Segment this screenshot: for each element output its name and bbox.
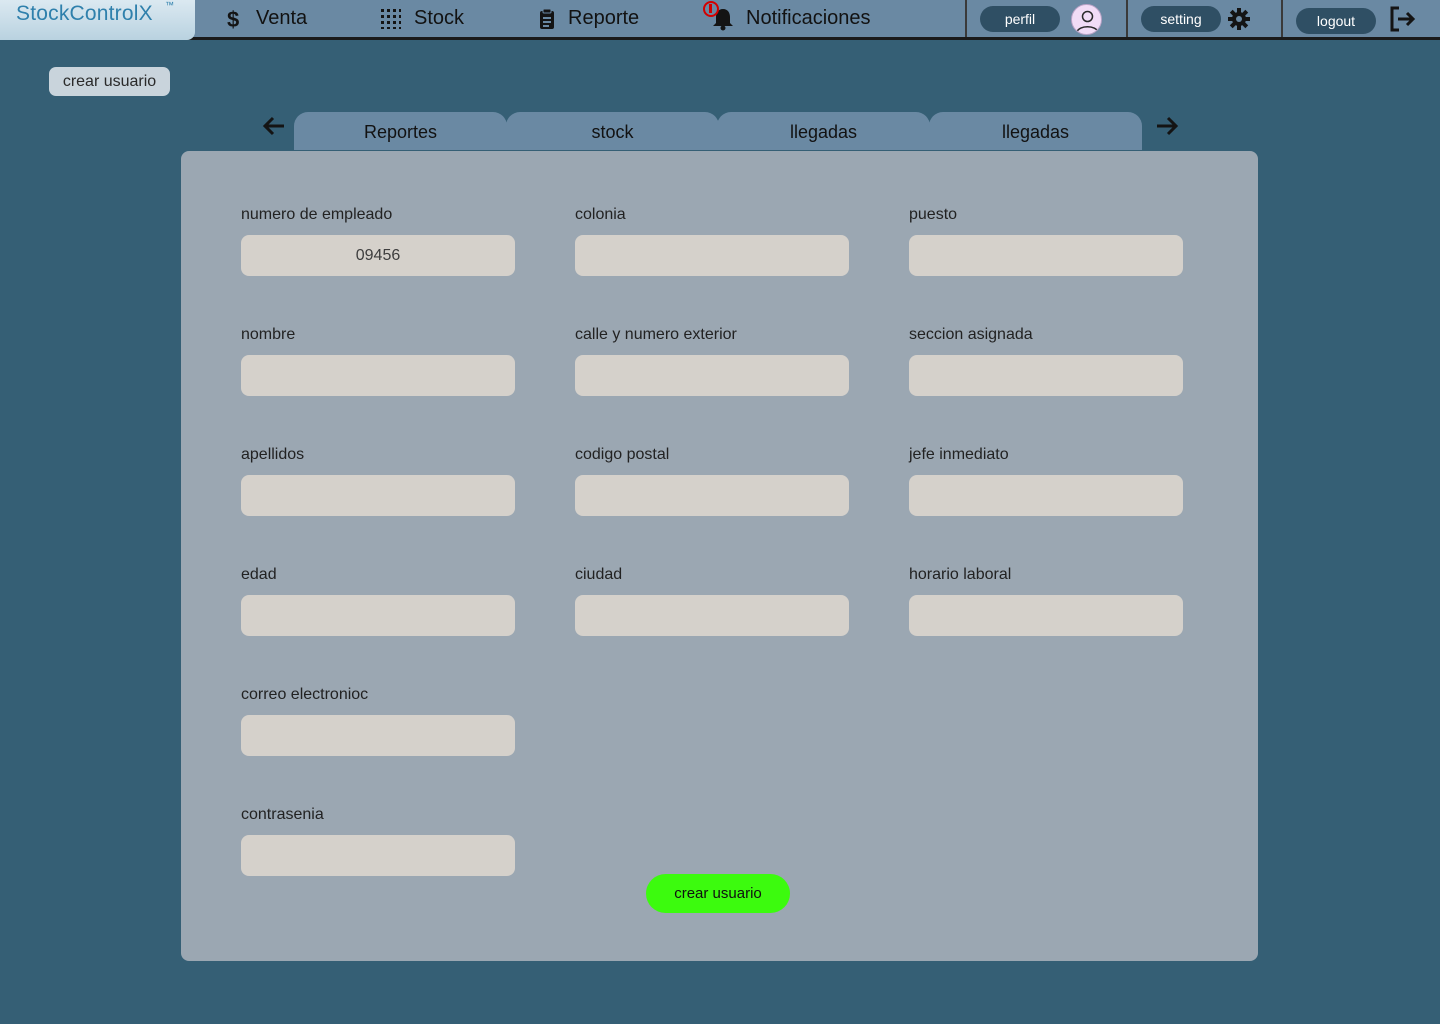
postal-code-input[interactable] [575, 475, 849, 516]
create-user-page-button[interactable]: crear usuario [49, 67, 170, 96]
supervisor-field: jefe inmediato [909, 445, 1183, 516]
profile-button[interactable]: perfil [980, 6, 1060, 32]
supervisor-input[interactable] [909, 475, 1183, 516]
field-label: codigo postal [575, 446, 670, 463]
avatar[interactable] [1071, 4, 1102, 35]
field-label: edad [241, 566, 277, 583]
create-user-submit-button[interactable]: crear usuario [646, 874, 790, 913]
logo-text: StockControlX [16, 2, 153, 25]
neighborhood-input[interactable] [575, 235, 849, 276]
name-field: nombre [241, 325, 515, 396]
nav-item-label: Stock [414, 7, 465, 29]
city-input[interactable] [575, 595, 849, 636]
field-label: numero de empleado [241, 206, 393, 223]
divider [1126, 0, 1128, 37]
tab-llegadas-2[interactable]: llegadas [929, 112, 1142, 150]
email-field: correo electronioc [241, 685, 515, 756]
password-input[interactable] [241, 835, 515, 876]
gear-icon[interactable] [1228, 8, 1250, 35]
work-schedule-input[interactable] [909, 595, 1183, 636]
city-field: ciudad [575, 565, 849, 636]
field-label: horario laboral [909, 566, 1012, 583]
logout-button[interactable]: logout [1296, 8, 1376, 34]
field-label: apellidos [241, 446, 305, 463]
nav-item-venta[interactable]: $ Venta [226, 0, 307, 37]
password-field: contrasenia [241, 805, 515, 876]
field-label: jefe inmediato [909, 446, 1009, 463]
arrow-left-icon[interactable] [262, 115, 286, 142]
nav-item-label: Venta [256, 7, 308, 29]
name-input[interactable] [241, 355, 515, 396]
neighborhood-field: colonia [575, 205, 849, 276]
work-schedule-field: horario laboral [909, 565, 1183, 636]
user-icon [1076, 10, 1099, 33]
email-input[interactable] [241, 715, 515, 756]
position-field: puesto [909, 205, 1183, 276]
street-field: calle y numero exterior [575, 325, 849, 396]
tab-llegadas[interactable]: llegadas [717, 112, 930, 150]
clipboard-icon [538, 8, 556, 30]
field-label: colonia [575, 206, 626, 223]
setting-button[interactable]: setting [1141, 6, 1221, 32]
logo[interactable]: StockControlX ™ [0, 0, 195, 40]
last-names-input[interactable] [241, 475, 515, 516]
notification-alert-icon [703, 1, 719, 17]
employee-number-input[interactable] [241, 235, 515, 276]
street-input[interactable] [575, 355, 849, 396]
postal-code-field: codigo postal [575, 445, 849, 516]
field-label: calle y numero exterior [575, 326, 737, 343]
assigned-section-input[interactable] [909, 355, 1183, 396]
field-label: seccion asignada [909, 326, 1033, 343]
divider [1281, 0, 1283, 37]
divider [965, 0, 967, 37]
field-label: nombre [241, 326, 296, 343]
tab-stock[interactable]: stock [506, 112, 719, 150]
last-names-field: apellidos [241, 445, 515, 516]
grid-icon [380, 8, 402, 30]
svg-text:$: $ [227, 7, 239, 31]
age-field: edad [241, 565, 515, 636]
nav-item-reporte[interactable]: Reporte [538, 0, 639, 37]
logo-trademark: ™ [165, 0, 174, 10]
assigned-section-field: seccion asignada [909, 325, 1183, 396]
field-label: puesto [909, 206, 958, 223]
employee-number-field: numero de empleado [241, 205, 515, 276]
dollar-icon: $ [226, 7, 244, 31]
field-label: contrasenia [241, 806, 324, 823]
nav-item-notificaciones[interactable]: Notificaciones [712, 0, 871, 37]
nav-item-label: Reporte [568, 7, 640, 29]
tab-reportes[interactable]: Reportes [294, 112, 507, 150]
nav-item-label: Notificaciones [746, 7, 871, 29]
field-label: correo electronioc [241, 686, 369, 703]
nav-item-stock[interactable]: Stock [380, 0, 464, 37]
age-input[interactable] [241, 595, 515, 636]
logout-icon[interactable] [1388, 5, 1418, 38]
position-input[interactable] [909, 235, 1183, 276]
top-navigation-bar: StockControlX ™ $ Venta Stock Reporte No… [0, 0, 1440, 40]
arrow-right-icon[interactable] [1155, 115, 1179, 142]
field-label: ciudad [575, 566, 623, 583]
